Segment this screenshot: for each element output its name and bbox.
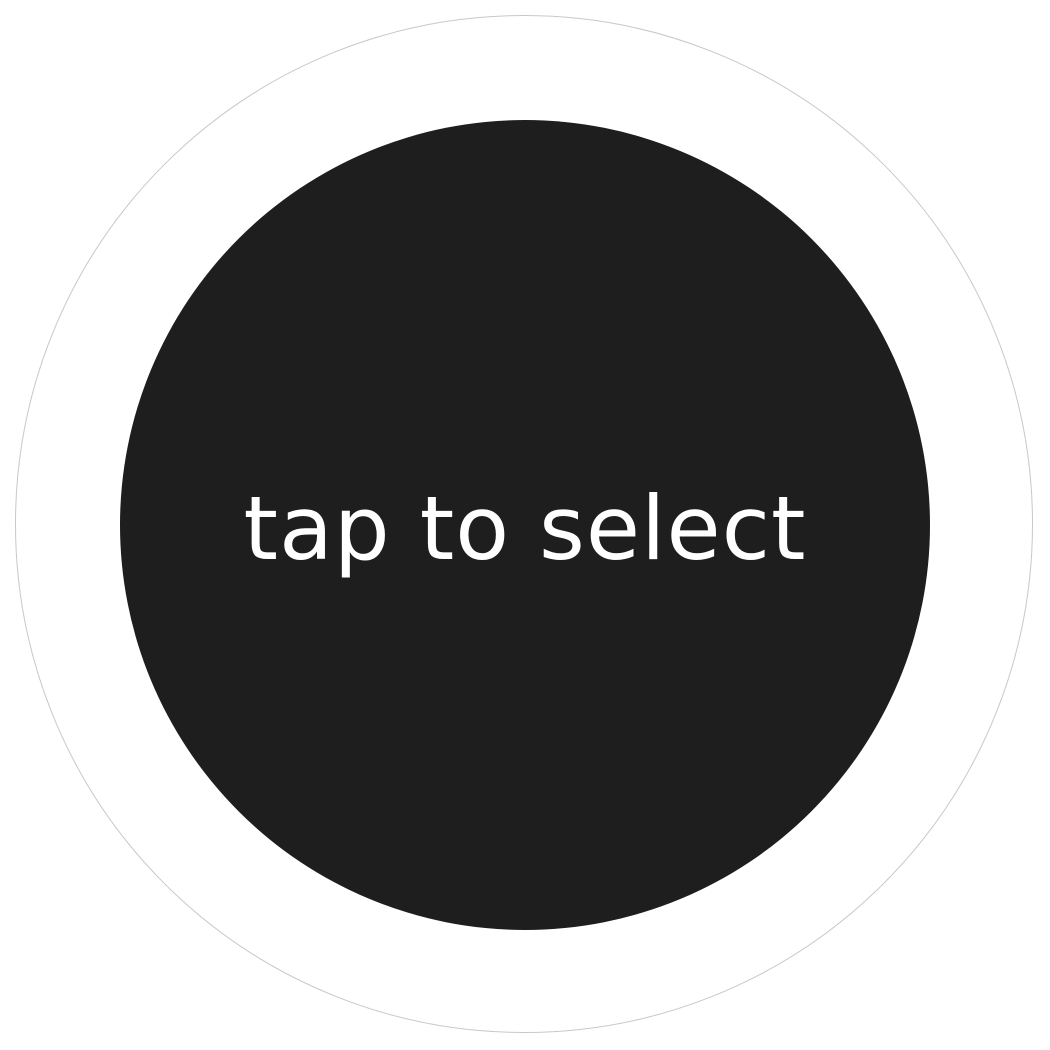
tap-to-select-button[interactable]: tap to select [120,120,930,930]
tap-to-select-label: tap to select [243,476,807,580]
